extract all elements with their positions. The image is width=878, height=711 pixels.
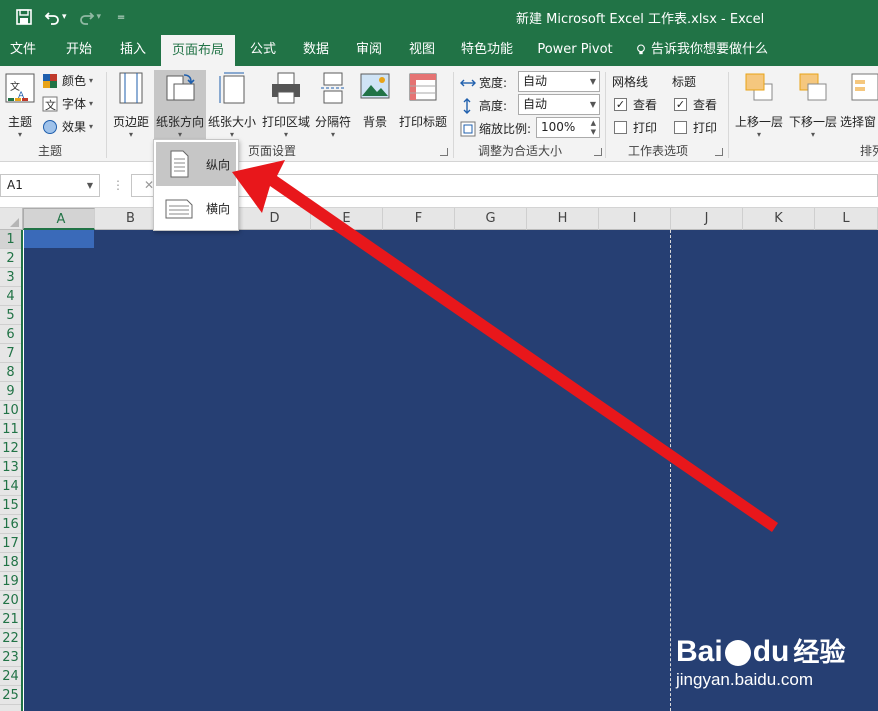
paw-icon (724, 640, 751, 667)
watermark-url: jingyan.baidu.com (676, 670, 814, 689)
excel-window: ▾ ▾ = 新建 Microsoft Excel 工作表.xlsx - Exce… (0, 0, 878, 711)
baidu-watermark: Bai du 经验 (676, 632, 845, 669)
watermark-product: 经验 (793, 637, 846, 667)
watermark-brand2: du (752, 635, 790, 668)
red-annotation-arrow (232, 160, 778, 532)
watermark-brand: Bai (676, 635, 723, 668)
red-arrow-shape (232, 160, 778, 532)
